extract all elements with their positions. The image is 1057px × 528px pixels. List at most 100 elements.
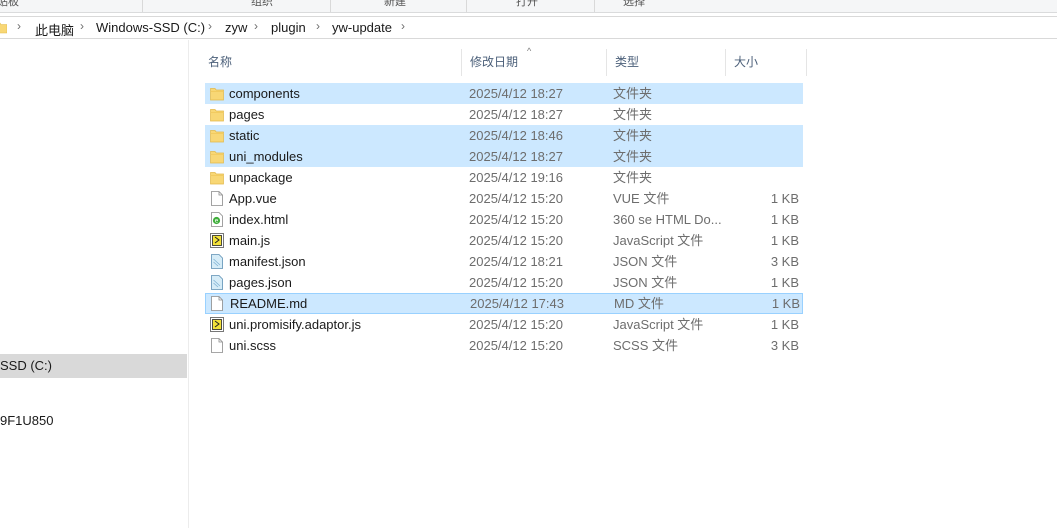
file-modified-date: 2025/4/12 15:20	[469, 233, 563, 248]
nav-item-label: SSD (C:)	[0, 358, 52, 373]
file-row[interactable]: unpackage 2025/4/12 19:16 文件夹	[205, 167, 803, 188]
html-file-icon: e	[211, 212, 223, 227]
js-file-icon	[210, 233, 224, 248]
file-size: 1 KB	[770, 233, 799, 248]
breadcrumb-this-pc[interactable]: 此电脑	[35, 20, 74, 39]
file-type: 文件夹	[613, 149, 653, 164]
file-row[interactable]: pages 2025/4/12 18:27 文件夹	[205, 104, 803, 125]
file-icon	[211, 296, 223, 311]
file-row[interactable]: uni.scss 2025/4/12 15:20 SCSS 文件 3 KB	[205, 335, 803, 356]
ribbon-group-new[interactable]: 新建	[384, 0, 406, 9]
breadcrumb-yw-update[interactable]: yw-update	[332, 20, 392, 35]
file-modified-date: 2025/4/12 15:20	[469, 338, 563, 353]
file-row[interactable]: README.md 2025/4/12 17:43 MD 文件 1 KB	[205, 293, 803, 314]
column-header-date[interactable]: 修改日期	[462, 49, 606, 76]
address-bar[interactable]: › 此电脑 › Windows-SSD (C:) › zyw › plugin …	[0, 16, 1057, 39]
file-type: 360 se HTML Do...	[613, 212, 722, 227]
svg-text:e: e	[215, 218, 219, 225]
file-size: 3 KB	[770, 254, 799, 269]
file-modified-date: 2025/4/12 19:16	[469, 170, 563, 185]
file-type: 文件夹	[613, 107, 653, 122]
file-icon	[211, 338, 223, 353]
file-modified-date: 2025/4/12 18:27	[469, 86, 563, 101]
file-type: 文件夹	[613, 128, 653, 143]
file-size: 1 KB	[770, 191, 799, 206]
json-file-icon	[211, 275, 223, 290]
file-type: 文件夹	[613, 170, 653, 185]
breadcrumb-plugin[interactable]: plugin	[271, 20, 306, 35]
ribbon-group-organize[interactable]: 组织	[251, 0, 273, 9]
ribbon-divider	[594, 0, 595, 12]
file-modified-date: 2025/4/12 15:20	[469, 275, 563, 290]
file-name: App.vue	[229, 191, 277, 206]
file-modified-date: 2025/4/12 17:43	[470, 296, 564, 311]
chevron-right-icon[interactable]: ›	[208, 19, 212, 33]
chevron-right-icon[interactable]: ›	[80, 19, 84, 33]
ribbon-divider	[142, 0, 143, 12]
column-header-name[interactable]: 名称	[200, 49, 461, 76]
chevron-right-icon[interactable]: ›	[17, 19, 21, 33]
file-name: pages	[229, 107, 265, 122]
file-type: MD 文件	[614, 296, 664, 311]
file-modified-date: 2025/4/12 18:21	[469, 254, 563, 269]
chevron-right-icon[interactable]: ›	[401, 19, 405, 33]
file-row[interactable]: main.js 2025/4/12 15:20 JavaScript 文件 1 KB	[205, 230, 803, 251]
file-size: 1 KB	[770, 275, 799, 290]
file-size: 1 KB	[770, 317, 799, 332]
file-size: 1 KB	[771, 296, 800, 311]
file-name: uni.promisify.adaptor.js	[229, 317, 361, 332]
ribbon-group-select[interactable]: 选择	[623, 0, 645, 9]
file-name: pages.json	[229, 275, 292, 290]
file-row[interactable]: uni.promisify.adaptor.js 2025/4/12 15:20 J…	[205, 314, 803, 335]
file-type: JavaScript 文件	[613, 317, 704, 332]
ribbon-group-open[interactable]: 打开	[516, 0, 538, 9]
file-modified-date: 2025/4/12 18:27	[469, 149, 563, 164]
file-modified-date: 2025/4/12 18:46	[469, 128, 563, 143]
breadcrumb-zyw[interactable]: zyw	[225, 20, 247, 35]
ribbon-group-clipboard[interactable]: 剪贴板	[0, 0, 19, 9]
file-name: static	[229, 128, 260, 143]
folder-icon	[210, 109, 224, 122]
column-divider[interactable]	[806, 49, 807, 76]
file-row[interactable]: uni_modules 2025/4/12 18:27 文件夹	[205, 146, 803, 167]
folder-icon	[210, 151, 224, 164]
file-name: uni.scss	[229, 338, 276, 353]
file-size: 1 KB	[770, 212, 799, 227]
file-modified-date: 2025/4/12 18:27	[469, 107, 563, 122]
nav-item-drive-c[interactable]: SSD (C:)	[0, 354, 187, 378]
column-header-type[interactable]: 类型	[607, 49, 725, 76]
file-row[interactable]: static 2025/4/12 18:46 文件夹	[205, 125, 803, 146]
file-row[interactable]: pages.json 2025/4/12 15:20 JSON 文件 1 KB	[205, 272, 803, 293]
file-modified-date: 2025/4/12 15:20	[469, 191, 563, 206]
file-type: JSON 文件	[613, 275, 678, 290]
file-row[interactable]: e index.html 2025/4/12 15:20 360 se HTML Do…	[205, 209, 803, 230]
file-row[interactable]: manifest.json 2025/4/12 18:21 JSON 文件 3 KB	[205, 251, 803, 272]
file-row[interactable]: App.vue 2025/4/12 15:20 VUE 文件 1 KB	[205, 188, 803, 209]
file-name: index.html	[229, 212, 289, 227]
json-file-icon	[211, 254, 223, 269]
ribbon-divider	[466, 0, 467, 12]
file-icon	[211, 191, 223, 206]
chevron-right-icon[interactable]: ›	[254, 19, 258, 33]
folder-icon	[0, 22, 7, 34]
file-type: JavaScript 文件	[613, 233, 704, 248]
file-modified-date: 2025/4/12 15:20	[469, 317, 563, 332]
js-file-icon	[210, 317, 224, 332]
ribbon: 剪贴板 组织 新建 打开 选择	[0, 0, 1057, 13]
file-type: SCSS 文件	[613, 338, 679, 353]
nav-item-label: 9F1U850	[0, 413, 54, 428]
file-type: JSON 文件	[613, 254, 678, 269]
ribbon-divider	[330, 0, 331, 12]
file-row[interactable]: components 2025/4/12 18:27 文件夹	[205, 83, 803, 104]
column-header-size[interactable]: 大小	[726, 49, 806, 76]
column-headers: ^ 名称 修改日期 类型 大小	[200, 46, 807, 76]
file-name: README.md	[230, 296, 308, 311]
folder-icon	[210, 172, 224, 185]
chevron-right-icon[interactable]: ›	[316, 19, 320, 33]
file-name: unpackage	[229, 170, 293, 185]
navigation-pane: SSD (C:) 9F1U850	[0, 40, 189, 528]
nav-item-device[interactable]: 9F1U850	[0, 409, 187, 433]
breadcrumb-drive[interactable]: Windows-SSD (C:)	[96, 20, 205, 35]
file-name: uni_modules	[229, 149, 303, 164]
file-type: 文件夹	[613, 86, 653, 101]
